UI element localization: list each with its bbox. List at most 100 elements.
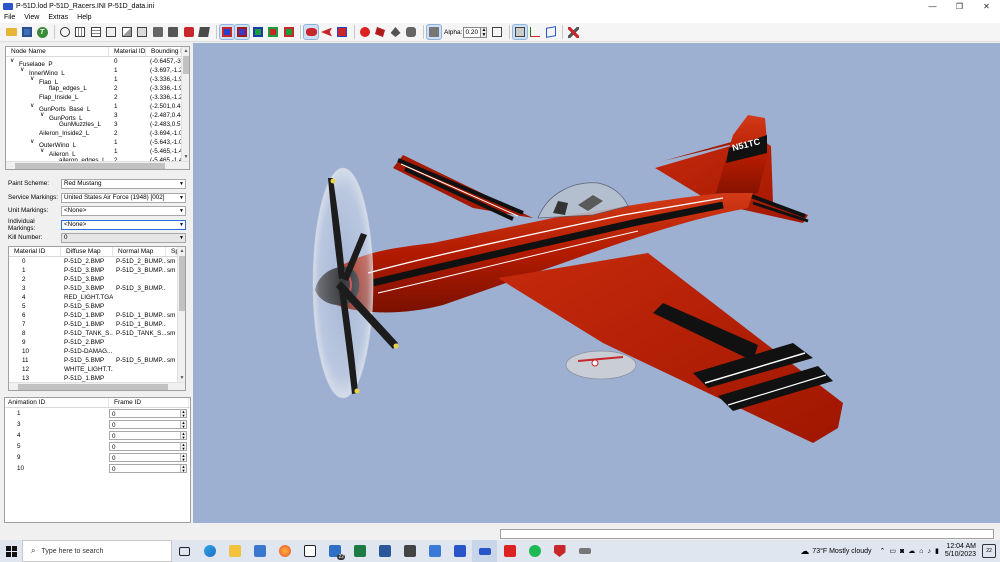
edge-icon[interactable]: [197, 540, 222, 562]
frame-id-spinner[interactable]: ▲ ▼: [180, 432, 186, 439]
red-ball-icon[interactable]: [358, 25, 372, 39]
tree-node[interactable]: ∨ Fuselage_P 0 (-0.6457,-3.8: [6, 57, 189, 66]
tree-node[interactable]: ∨GunPorts_L3(-2.487,0.446: [6, 111, 189, 120]
expand-chevron-icon[interactable]: ∨: [40, 111, 49, 120]
aircraft-red-icon[interactable]: [320, 25, 334, 39]
task-view-icon[interactable]: [172, 540, 197, 562]
material-row[interactable]: 10 P-51D-DAMAG...: [9, 347, 185, 356]
tree-node[interactable]: ∨ InnerWing_L 1 (-3.697,-1.29: [6, 66, 189, 75]
scroll-thumb[interactable]: [15, 163, 165, 169]
scroll-thumb[interactable]: [179, 256, 185, 311]
material-row[interactable]: 9 P-51D_2.BMP: [9, 338, 185, 347]
battery-icon[interactable]: ▮: [935, 547, 939, 555]
scroll-up-arrow-icon[interactable]: ▲: [178, 247, 185, 255]
cube-icon[interactable]: [544, 25, 558, 39]
wireframe-front-icon[interactable]: [73, 25, 87, 39]
clock[interactable]: 12:04 AM 5/10/2023: [945, 543, 976, 559]
node-tree-hscroll[interactable]: [6, 161, 189, 169]
frame-id-spinner[interactable]: ▲ ▼: [180, 454, 186, 461]
service-markings-select[interactable]: United States Air Force (1948) [002] ▼: [61, 192, 186, 203]
scroll-down-arrow-icon[interactable]: ▼: [178, 374, 185, 382]
taskbar-search[interactable]: ⌕ Type here to search: [22, 540, 172, 562]
column-header-node-name[interactable]: Node Name: [6, 47, 109, 56]
damage-view-icon[interactable]: [335, 25, 349, 39]
animations-list[interactable]: Animation ID Frame ID 1 0 ▲ ▼ 3 0 ▲ ▼ 4 0 ▲ ▼ 5 0 ▲ ▼ 9 0…: [4, 397, 191, 523]
tree-node[interactable]: ∨ OuterWing_L 1 (-5.643,-1.02: [6, 138, 189, 147]
photos-icon[interactable]: [422, 540, 447, 562]
open-folder-icon[interactable]: [4, 25, 18, 39]
volume-icon[interactable]: ♪: [927, 548, 931, 555]
green-red-mode-icon[interactable]: [282, 25, 296, 39]
column-header-material-id[interactable]: Material ID: [9, 247, 61, 256]
material-row[interactable]: 11 P-51D_5.BMP P-51D_5_BUMP.... sm: [9, 356, 185, 365]
calculator-icon[interactable]: [397, 540, 422, 562]
word-icon[interactable]: [372, 540, 397, 562]
crosshair-icon[interactable]: [58, 25, 72, 39]
expand-chevron-icon[interactable]: ∨: [20, 66, 29, 75]
material-row[interactable]: 2 P-51D_3.BMP: [9, 275, 185, 284]
expand-chevron-icon[interactable]: ∨: [10, 57, 19, 66]
file-explorer-icon[interactable]: [222, 540, 247, 562]
frame-id-spinner[interactable]: ▲ ▼: [180, 443, 186, 450]
tree-node[interactable]: Aileron_Inside2_L 2 (-3.694,-1.03: [6, 129, 189, 138]
frame-id-input[interactable]: 0 ▲ ▼: [109, 409, 187, 418]
graph-icon[interactable]: [528, 25, 542, 39]
material-row[interactable]: 0 P-51D_2.BMP P-51D_2_BUMP.... sm: [9, 257, 185, 266]
solid-dark-icon[interactable]: [197, 25, 211, 39]
stack-view-icon[interactable]: [511, 24, 528, 40]
excel-icon[interactable]: [347, 540, 372, 562]
tree-node[interactable]: ∨ Flap_L 1 (-3.336,-1.96: [6, 75, 189, 84]
alpha-spinner[interactable]: ▲ ▼: [481, 26, 488, 38]
notification-icon[interactable]: 22: [982, 544, 996, 558]
store-icon[interactable]: [247, 540, 272, 562]
aircraft-app-icon[interactable]: [572, 540, 597, 562]
materials-hscroll[interactable]: [9, 382, 185, 390]
solid-gray-icon[interactable]: [151, 25, 165, 39]
paint-scheme-select[interactable]: Red Mustang ▼: [61, 178, 186, 189]
column-header-animation-id[interactable]: Animation ID: [5, 398, 109, 407]
frame-id-input[interactable]: 0 ▲ ▼: [109, 420, 187, 429]
expand-chevron-icon[interactable]: ∨: [40, 147, 49, 156]
gray-shape-icon[interactable]: [389, 25, 403, 39]
material-row[interactable]: 4 RED_LIGHT.TGA: [9, 293, 185, 302]
materials-vscroll[interactable]: ▲ ▼: [177, 247, 185, 390]
materials-list[interactable]: Material ID Diffuse Map Normal Map Spe 0…: [8, 246, 186, 391]
column-header-bounding-box[interactable]: Bounding B: [146, 47, 183, 56]
save-icon[interactable]: [20, 25, 34, 39]
blue-mode-icon[interactable]: [234, 24, 250, 40]
menu-view[interactable]: View: [24, 14, 39, 21]
material-row[interactable]: 1 P-51D_3.BMP P-51D_3_BUMP.... sm: [9, 266, 185, 275]
frame-id-spinner[interactable]: ▲ ▼: [180, 421, 186, 428]
scroll-thumb[interactable]: [18, 384, 168, 390]
tree-node[interactable]: ∨ Aileron_L 1 (-5.465,-1.43: [6, 147, 189, 156]
tree-node[interactable]: flap_edges_L 2 (-3.336,-1.96: [6, 84, 189, 93]
alpha-input[interactable]: 0.20: [463, 26, 482, 38]
bounding-box-icon[interactable]: [490, 25, 504, 39]
acrobat-icon[interactable]: [497, 540, 522, 562]
tree-node[interactable]: GunMuzzles_L 3 (-2.483,0.579: [6, 120, 189, 129]
node-tree[interactable]: Node Name Material ID Bounding B ∨ Fusela…: [5, 46, 190, 170]
weather-text[interactable]: 73°F Mostly cloudy: [812, 548, 871, 555]
material-row[interactable]: 3 P-51D_3.BMP P-51D_3_BUMP....: [9, 284, 185, 293]
red-green-mode-icon[interactable]: [266, 25, 280, 39]
network-icon[interactable]: ⌂: [919, 548, 923, 555]
node-tree-vscroll[interactable]: ▲ ▼: [181, 47, 189, 169]
menu-help[interactable]: Help: [77, 14, 91, 21]
tree-node[interactable]: Flap_Inside_L 2 (-3.336,-1.29: [6, 93, 189, 102]
tools-icon[interactable]: [566, 25, 580, 39]
maximize-button[interactable]: ❐: [946, 0, 973, 12]
camera-icon[interactable]: ◙: [900, 548, 904, 555]
expand-chevron-icon[interactable]: ∨: [30, 75, 39, 84]
frame-id-spinner[interactable]: ▲ ▼: [180, 410, 186, 417]
tray-app-icon[interactable]: ▭: [889, 547, 896, 555]
wireframe-perspective-icon[interactable]: [135, 25, 149, 39]
individual-markings-select[interactable]: <None> ▼: [61, 219, 186, 230]
menu-file[interactable]: File: [4, 14, 15, 21]
scroll-down-arrow-icon[interactable]: ▼: [182, 153, 189, 161]
material-row[interactable]: 7 P-51D_1.BMP P-51D_1_BUMP....: [9, 320, 185, 329]
windows-start-icon[interactable]: [0, 540, 22, 562]
dark-shape-icon[interactable]: [404, 25, 418, 39]
column-header-material-id[interactable]: Material ID: [109, 47, 146, 56]
transparency-icon[interactable]: [425, 24, 442, 40]
scroll-thumb[interactable]: [183, 56, 189, 74]
